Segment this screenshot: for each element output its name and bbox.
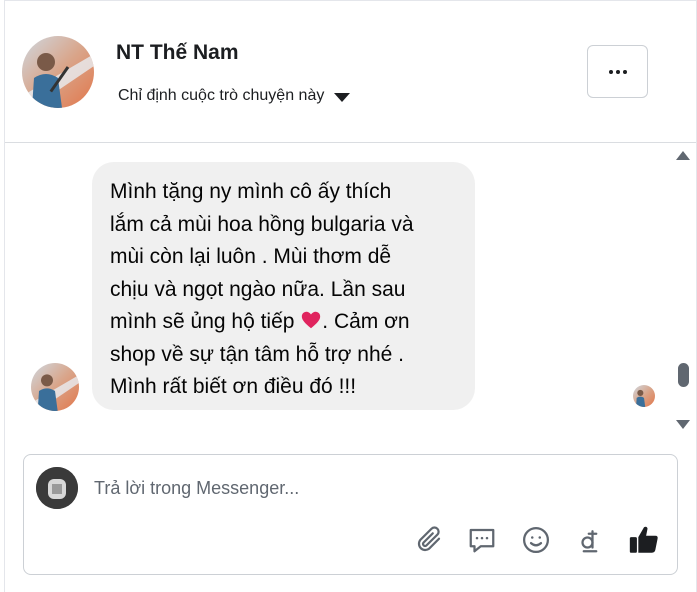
- scroll-down-arrow[interactable]: [676, 420, 690, 429]
- scrollbar-thumb[interactable]: [678, 363, 689, 387]
- assign-label: Chỉ định cuộc trò chuyện này: [118, 87, 325, 104]
- thumbs-up-icon[interactable]: [627, 523, 661, 557]
- conversation-panel: NT Thế Nam Chỉ định cuộc trò chuyện này …: [4, 0, 697, 592]
- reply-composer: [23, 454, 678, 575]
- attachment-icon[interactable]: [412, 523, 446, 557]
- sender-avatar[interactable]: [31, 363, 79, 411]
- page-avatar: [36, 467, 78, 509]
- assign-conversation-dropdown[interactable]: Chỉ định cuộc trò chuyện này: [118, 87, 351, 105]
- message-bubble: Mình tặng ny mình cô ấy thích lắm cả mùi…: [92, 162, 475, 410]
- contact-avatar[interactable]: [22, 36, 94, 108]
- emoji-icon[interactable]: [519, 523, 553, 557]
- heart-emoji-icon: [302, 311, 321, 329]
- scroll-up-arrow[interactable]: [676, 151, 690, 160]
- payment-dong-icon[interactable]: [573, 523, 607, 557]
- saved-reply-icon[interactable]: [465, 523, 499, 557]
- more-dots-icon: [608, 69, 627, 74]
- caret-down-icon: [334, 92, 351, 102]
- contact-name[interactable]: NT Thế Nam: [116, 41, 239, 65]
- seen-indicator-avatar: [633, 385, 655, 407]
- more-options-button[interactable]: [587, 45, 648, 98]
- reply-input[interactable]: [94, 473, 654, 503]
- conversation-header: NT Thế Nam Chỉ định cuộc trò chuyện này: [5, 1, 696, 143]
